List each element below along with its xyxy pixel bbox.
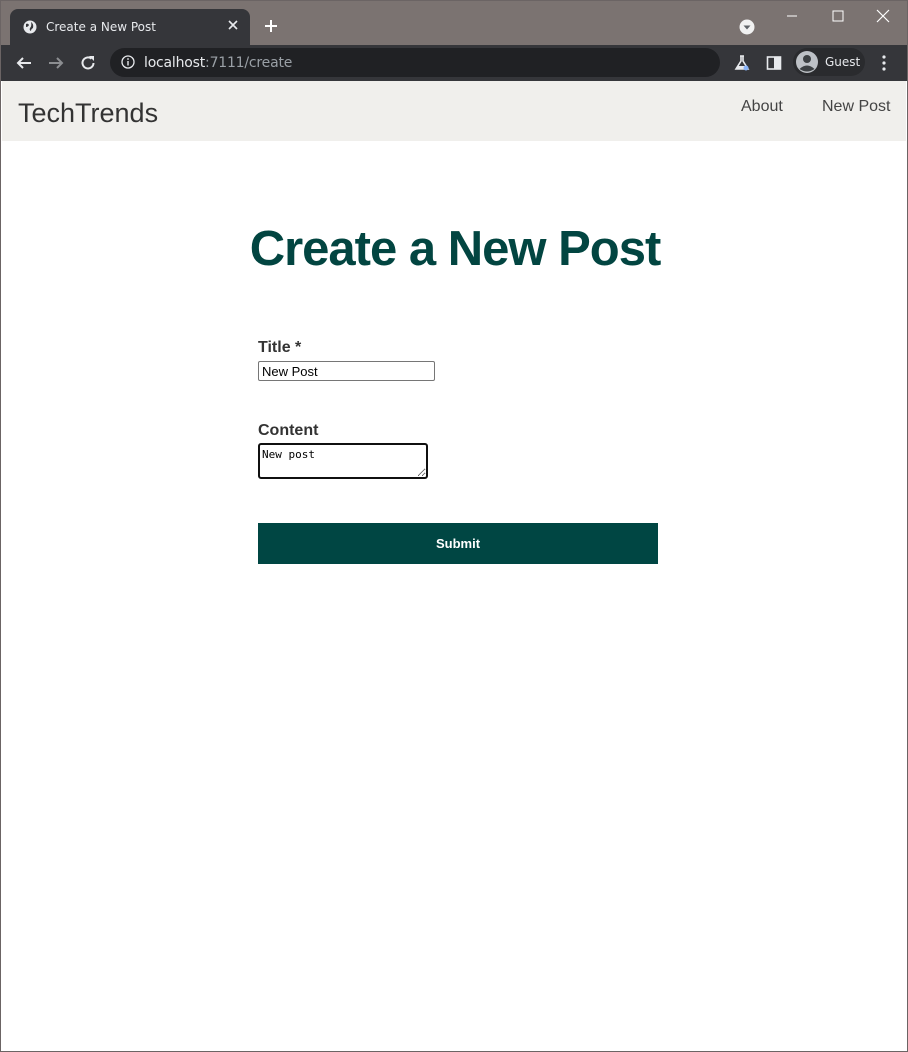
forward-icon[interactable]: [47, 54, 65, 72]
side-panel-icon[interactable]: [765, 54, 783, 72]
url-text: localhost:7111/create: [144, 55, 292, 71]
active-tab[interactable]: Create a New Post: [10, 9, 250, 45]
flask-icon[interactable]: [733, 54, 751, 72]
plus-icon[interactable]: [263, 18, 279, 34]
avatar-icon: [796, 51, 818, 73]
kebab-menu-icon[interactable]: [877, 54, 891, 72]
site-navbar: TechTrends About New Post: [2, 81, 906, 141]
nav-about-link[interactable]: About: [741, 98, 783, 116]
address-bar[interactable]: localhost:7111/create: [110, 48, 720, 77]
chevron-down-icon[interactable]: [739, 19, 755, 35]
site-brand[interactable]: TechTrends: [18, 98, 158, 129]
minimize-icon[interactable]: [781, 7, 803, 25]
maximize-icon[interactable]: [827, 7, 849, 25]
tab-title: Create a New Post: [46, 20, 156, 34]
window-close-icon[interactable]: [872, 7, 894, 25]
browser-window: Create a New Post localhost:7111/create …: [0, 0, 908, 1052]
back-icon[interactable]: [15, 54, 33, 72]
content-textarea[interactable]: New post: [258, 443, 428, 479]
tab-strip: Create a New Post: [1, 1, 907, 45]
close-icon[interactable]: [226, 18, 240, 32]
info-icon[interactable]: [121, 55, 135, 69]
reload-icon[interactable]: [79, 54, 97, 72]
page-title: Create a New Post: [249, 222, 662, 276]
title-label: Title *: [258, 339, 302, 356]
nav-new-post-link[interactable]: New Post: [822, 98, 890, 116]
title-input[interactable]: [258, 361, 435, 381]
url-host: localhost: [144, 55, 206, 71]
globe-icon: [23, 20, 37, 34]
profile-label: Guest: [825, 55, 861, 69]
url-path: :7111/create: [205, 55, 293, 71]
submit-button[interactable]: Submit: [258, 523, 658, 564]
content-label: Content: [258, 422, 319, 439]
browser-toolbar: localhost:7111/create Guest: [1, 45, 907, 81]
profile-button[interactable]: Guest: [793, 48, 865, 76]
